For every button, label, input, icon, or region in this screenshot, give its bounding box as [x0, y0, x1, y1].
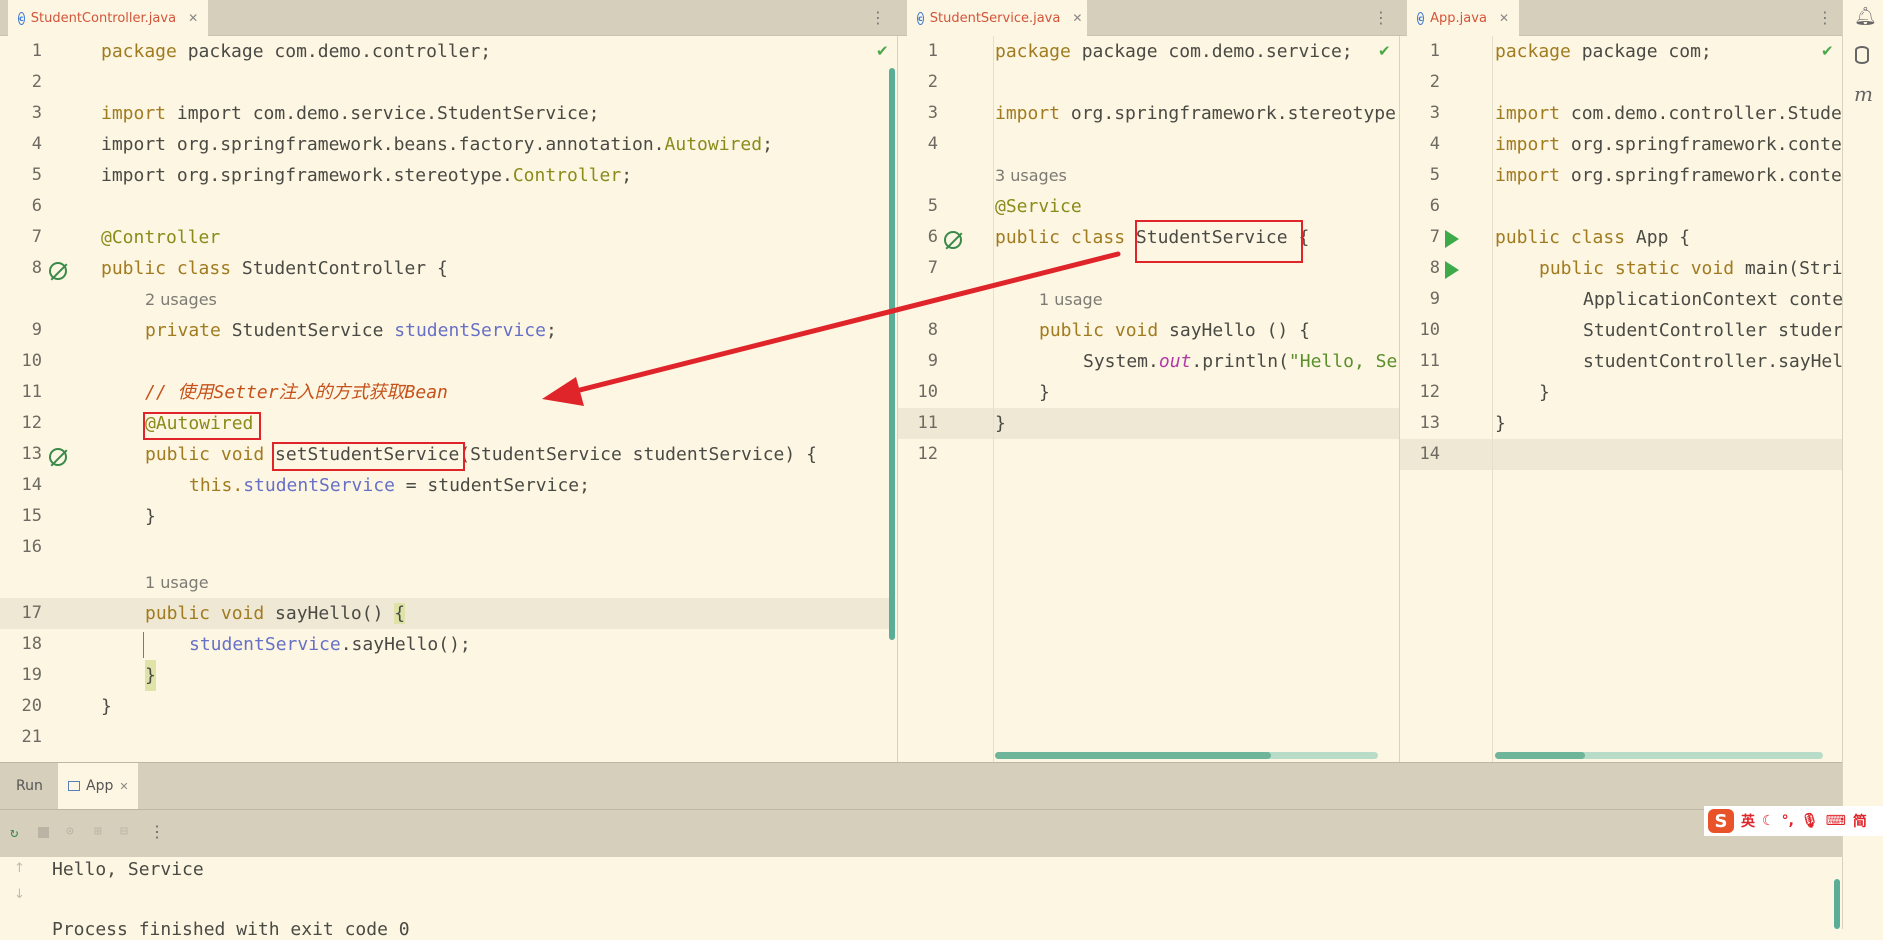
run-toolbar: ↻ ⊙ ⊞ ⊟ ⋮: [0, 810, 1842, 857]
microphone-icon[interactable]: 🎙︎: [1801, 813, 1819, 829]
console-line: Hello, Service: [52, 859, 204, 880]
more-options-icon[interactable]: ⋮: [149, 822, 165, 841]
sogou-logo-icon[interactable]: S: [1708, 809, 1734, 833]
export-icon[interactable]: ⊞: [94, 824, 102, 839]
run-label[interactable]: Run: [16, 778, 43, 794]
tab-label: App: [86, 778, 114, 794]
console-output[interactable]: ↑ ↓ Hello, Service Process finished with…: [0, 857, 1842, 940]
console-line: Process finished with exit code 0: [52, 919, 410, 940]
app-window-icon: [68, 781, 80, 791]
rerun-icon[interactable]: ↻: [10, 825, 18, 841]
notifications-icon[interactable]: 🔔︎: [1854, 6, 1877, 27]
ime-toolbar: S 英 ☾ °, 🎙︎ ⌨ 简: [1704, 806, 1883, 836]
ime-simplified-toggle[interactable]: 简: [1853, 811, 1867, 831]
scroll-down-icon[interactable]: ↓: [14, 887, 25, 902]
pin-icon[interactable]: ⊟: [120, 824, 128, 839]
tab-app-run[interactable]: App ✕: [58, 763, 138, 809]
restore-layout-icon[interactable]: ⊙: [66, 824, 74, 839]
ime-language-toggle[interactable]: 英: [1741, 811, 1755, 831]
maven-icon[interactable]: m: [1854, 82, 1873, 106]
console-scrollbar[interactable]: [1834, 879, 1840, 929]
punctuation-icon[interactable]: °,: [1782, 813, 1794, 829]
scroll-up-icon[interactable]: ↑: [14, 861, 25, 876]
stop-icon[interactable]: [38, 827, 49, 838]
moon-icon[interactable]: ☾: [1762, 813, 1775, 829]
database-icon[interactable]: [1855, 46, 1869, 64]
keyboard-icon[interactable]: ⌨: [1826, 813, 1846, 829]
close-icon[interactable]: ✕: [119, 780, 128, 793]
right-tool-strip: 🔔︎ m: [1842, 0, 1883, 929]
run-panel-tabbar: Run App ✕: [0, 762, 1842, 810]
